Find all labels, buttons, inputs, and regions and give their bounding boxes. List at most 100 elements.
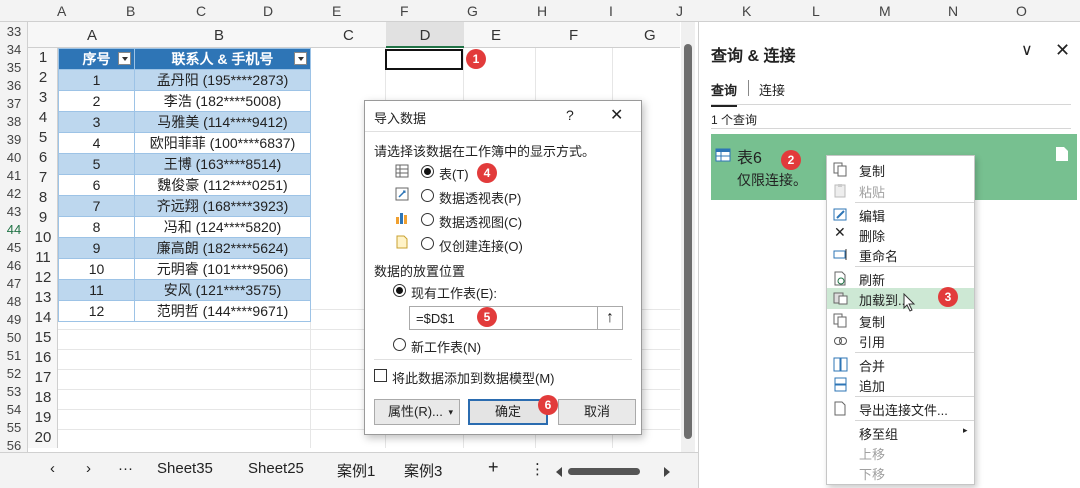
menu-item-move-down[interactable]: 下移 <box>827 462 974 483</box>
inner-row[interactable]: 18 <box>28 389 58 406</box>
outer-col-e[interactable]: E <box>332 3 341 19</box>
chevron-down-icon[interactable]: ∨ <box>1021 40 1033 60</box>
scrollbar-thumb[interactable] <box>684 44 692 439</box>
menu-item-copy[interactable]: 复制 <box>827 159 974 180</box>
outer-col-o[interactable]: O <box>1016 3 1027 19</box>
inner-row[interactable]: 20 <box>28 429 58 446</box>
outer-col-a[interactable]: A <box>57 3 66 19</box>
outer-row[interactable]: 38 <box>2 114 26 129</box>
menu-item-reference[interactable]: 引用 <box>827 330 974 351</box>
menu-item-duplicate[interactable]: 复制 <box>827 310 974 331</box>
filter-dropdown-icon[interactable] <box>294 52 307 65</box>
table-cell[interactable]: 1 <box>58 69 135 91</box>
outer-row[interactable]: 49 <box>2 312 26 327</box>
outer-row[interactable]: 35 <box>2 60 26 75</box>
sheet-tab[interactable]: 案例3 <box>404 460 442 481</box>
sheet-tab[interactable]: 案例1 <box>337 460 375 481</box>
menu-item-delete[interactable]: ✕ 删除 <box>827 224 974 245</box>
help-button[interactable]: ? <box>566 107 574 123</box>
outer-row[interactable]: 46 <box>2 258 26 273</box>
outer-row[interactable]: 42 <box>2 186 26 201</box>
selected-cell-d1[interactable] <box>385 49 463 70</box>
radio-new-sheet[interactable] <box>393 338 406 351</box>
sheet-tab[interactable]: Sheet35 <box>157 460 213 477</box>
outer-col-j[interactable]: J <box>676 3 683 19</box>
outer-col-b[interactable]: B <box>126 3 135 19</box>
tab-queries[interactable]: 查询 <box>711 80 738 107</box>
inner-row[interactable]: 6 <box>28 149 58 166</box>
inner-row[interactable]: 3 <box>28 89 58 106</box>
inner-row[interactable]: 2 <box>28 69 58 86</box>
outer-row[interactable]: 43 <box>2 204 26 219</box>
pane-close-button[interactable]: ✕ <box>1055 40 1070 61</box>
inner-row[interactable]: 17 <box>28 369 58 386</box>
menu-item-refresh[interactable]: 刷新 <box>827 268 974 289</box>
table-cell[interactable]: 10 <box>58 258 135 280</box>
outer-col-c[interactable]: C <box>196 3 206 19</box>
outer-row[interactable]: 37 <box>2 96 26 111</box>
inner-row[interactable]: 12 <box>28 269 58 286</box>
table-cell[interactable]: 8 <box>58 216 135 238</box>
properties-button[interactable]: 属性(R)... ▾ <box>374 399 460 425</box>
outer-col-n[interactable]: N <box>948 3 958 19</box>
table-cell[interactable]: 5 <box>58 153 135 175</box>
table-cell[interactable]: 齐远翔 (168****3923) <box>134 195 311 217</box>
radio-table[interactable] <box>421 165 434 178</box>
outer-row[interactable]: 36 <box>2 78 26 93</box>
dialog-close-button[interactable]: ✕ <box>610 105 623 125</box>
inner-row[interactable]: 13 <box>28 289 58 306</box>
vertical-scrollbar[interactable] <box>681 22 695 458</box>
horizontal-scroll-thumb[interactable] <box>568 468 640 475</box>
table-cell[interactable]: 7 <box>58 195 135 217</box>
outer-row[interactable]: 52 <box>2 366 26 381</box>
inner-col-a[interactable]: A <box>87 27 97 44</box>
table-cell[interactable]: 范明哲 (144****9671) <box>134 300 311 322</box>
table-cell[interactable]: 6 <box>58 174 135 196</box>
inner-row[interactable]: 15 <box>28 329 58 346</box>
outer-col-h[interactable]: H <box>537 3 547 19</box>
prev-sheet-button[interactable]: ‹ <box>50 460 55 477</box>
ok-button[interactable]: 确定 <box>468 399 548 425</box>
radio-pivot-chart[interactable] <box>421 213 434 226</box>
menu-item-append[interactable]: 追加 <box>827 374 974 395</box>
outer-row[interactable]: 54 <box>2 402 26 417</box>
outer-row-selected[interactable]: 44 <box>2 222 26 237</box>
inner-col-g[interactable]: G <box>644 27 656 44</box>
outer-col-l[interactable]: L <box>812 3 820 19</box>
scroll-right-icon[interactable] <box>664 467 670 477</box>
table-cell[interactable]: 廉高朗 (182****5624) <box>134 237 311 259</box>
menu-item-move-up[interactable]: 上移 <box>827 442 974 463</box>
more-sheets-button[interactable]: ··· <box>118 460 133 477</box>
inner-col-e[interactable]: E <box>491 27 501 44</box>
menu-item-edit[interactable]: 编辑 <box>827 204 974 225</box>
inner-row[interactable]: 7 <box>28 169 58 186</box>
inner-row[interactable]: 8 <box>28 189 58 206</box>
inner-row[interactable]: 5 <box>28 129 58 146</box>
header-cell-index[interactable]: 序号 <box>58 48 135 70</box>
outer-row[interactable]: 51 <box>2 348 26 363</box>
add-sheet-button[interactable]: + <box>488 457 499 478</box>
radio-connection-only[interactable] <box>421 237 434 250</box>
table-cell[interactable]: 王博 (163****8514) <box>134 153 311 175</box>
outer-row[interactable]: 39 <box>2 132 26 147</box>
outer-col-f[interactable]: F <box>400 3 409 19</box>
inner-row[interactable]: 9 <box>28 209 58 226</box>
inner-row[interactable]: 14 <box>28 309 58 326</box>
outer-row[interactable]: 41 <box>2 168 26 183</box>
table-cell[interactable]: 4 <box>58 132 135 154</box>
table-cell[interactable]: 安风 (121****3575) <box>134 279 311 301</box>
radio-existing-sheet[interactable] <box>393 284 406 297</box>
menu-item-export-connection[interactable]: 导出连接文件... <box>827 398 974 419</box>
outer-row[interactable]: 53 <box>2 384 26 399</box>
outer-row[interactable]: 40 <box>2 150 26 165</box>
table-cell[interactable]: 欧阳菲菲 (100****6837) <box>134 132 311 154</box>
sheet-tab[interactable]: Sheet25 <box>248 460 304 477</box>
table-cell[interactable]: 11 <box>58 279 135 301</box>
table-cell[interactable]: 12 <box>58 300 135 322</box>
inner-row[interactable]: 4 <box>28 109 58 126</box>
header-cell-contact[interactable]: 联系人 & 手机号 <box>134 48 311 70</box>
table-cell[interactable]: 元明睿 (101****9506) <box>134 258 311 280</box>
tab-connections[interactable]: 连接 <box>759 80 785 99</box>
sheet-options-button[interactable]: ⋮ <box>530 460 545 478</box>
table-cell[interactable]: 3 <box>58 111 135 133</box>
